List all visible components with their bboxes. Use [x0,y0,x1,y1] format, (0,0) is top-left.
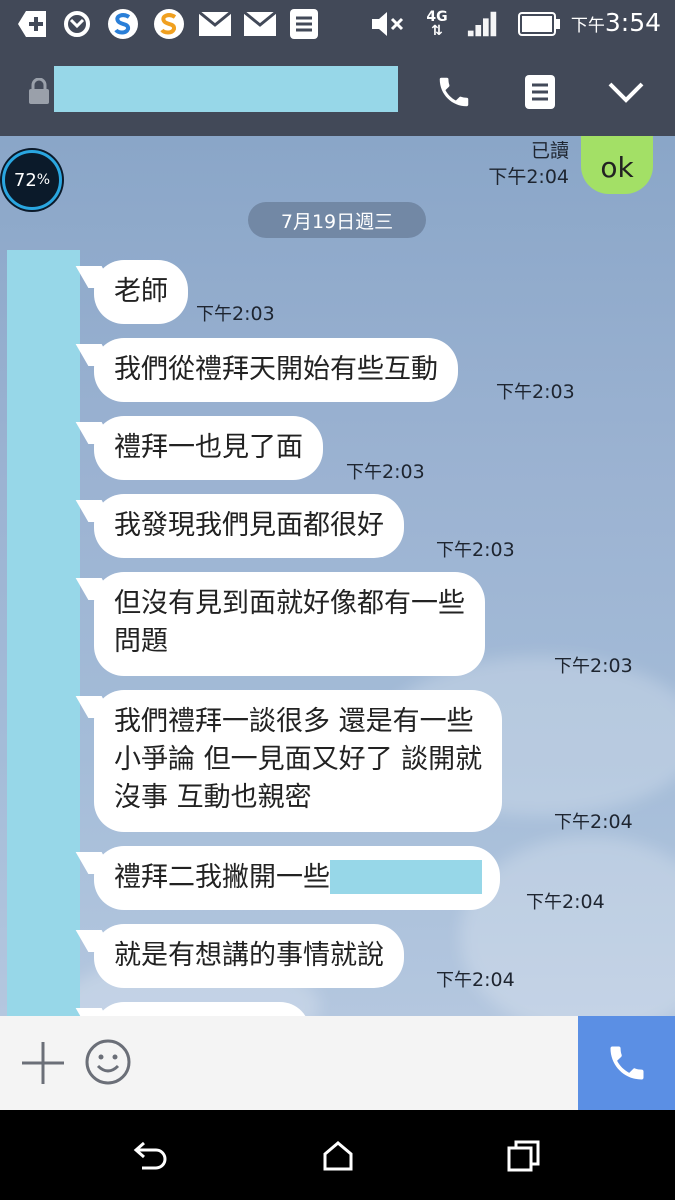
date-separator: 7月19日週三 [248,202,426,238]
date-label: 7月19日週三 [280,210,394,233]
network-type-label: 4G [426,9,448,25]
outgoing-message-bubble[interactable]: ok [581,136,653,194]
message-text: 禮拜一也見了面 [114,432,303,463]
app-s-blue-icon [106,8,140,40]
back-button[interactable] [130,1136,170,1176]
read-receipt: 已讀 [530,140,569,162]
message-time: 下午2:03 [346,461,425,483]
mail-icon-2 [243,8,277,40]
back-icon [133,1141,167,1170]
message-text: 我發現我們見面都很好 [114,510,384,541]
mail-icon [198,8,232,40]
message-text-line: 沒事 互動也親密 [114,782,312,813]
outgoing-time: 下午2:04 [488,166,569,188]
message-bubble[interactable]: 我們從禮拜天開始有些互動 [94,338,458,402]
message-bubble[interactable]: 禮拜一也見了面 [94,416,323,480]
message-time: 下午2:03 [554,655,633,677]
notes-icon [525,75,555,109]
message-text: 老師 [114,276,168,307]
message-text: 禮拜二我撇開一些 [114,862,330,893]
battery-icon [515,8,563,40]
phone-icon [610,1046,643,1080]
battery-unit: % [36,172,51,188]
message-time: 下午2:04 [526,891,605,913]
notes-icon [287,8,321,40]
menu-expand-button[interactable] [600,66,652,118]
plus-icon [22,1042,64,1084]
call-header-button[interactable] [428,66,480,118]
add-notification-icon [16,8,50,40]
message-time: 下午2:04 [554,811,633,833]
clock-prefix: 下午 [570,16,605,36]
clock-time: 3:54 [604,8,661,37]
battery-percent: 72 [13,169,37,191]
message-text-line: 我們禮拜一談很多 還是有一些 [114,706,474,737]
app-s-orange-icon [152,8,186,40]
lock-icon [28,77,50,104]
message-time: 下午2:03 [496,381,575,403]
message-text-line: 但沒有見到面就好像都有一些 [114,588,465,619]
mute-icon [370,8,404,40]
message-bubble[interactable]: 老師 [94,260,188,324]
message-bubble[interactable]: 我們禮拜一談很多 還是有一些 小爭論 但一見面又好了 談開就 沒事 互動也親密 [94,690,503,832]
emoji-button[interactable] [84,1038,132,1086]
chat-area[interactable]: 已讀 下午2:04 ok 72% 7月19日週三 老師 下午2:03 我們從禮拜… [0,136,675,1016]
message-text-line: 問題 [114,626,168,657]
phone-icon [439,77,469,107]
message-time: 下午2:04 [436,969,515,991]
voice-call-button[interactable] [578,1016,675,1110]
message-time: 下午2:03 [436,539,515,561]
message-bubble[interactable]: 禮拜二我撇開一些 [94,846,500,910]
sync-icon [60,8,94,40]
message-bubble[interactable]: 就是有想講的事情就說 [94,924,404,988]
message-text-redacted [330,859,482,894]
chat-header [0,48,675,136]
home-icon [323,1141,353,1171]
network-4g-icon: 4G ⇅ [426,9,448,39]
message-input-bar [0,1016,675,1110]
chevron-down-icon [608,82,644,103]
system-nav-bar [0,1110,675,1200]
outgoing-message-text: ok [600,150,634,184]
message-bubble-partial[interactable] [94,1002,310,1016]
message-bubble[interactable]: 但沒有見到面就好像都有一些 問題 [94,572,485,676]
message-time: 下午2:03 [196,303,275,325]
status-clock: 下午3:54 [571,8,661,37]
outgoing-meta: 已讀 下午2:04 [488,138,569,190]
recent-apps-button[interactable] [504,1136,544,1176]
home-button[interactable] [318,1136,358,1176]
message-bubble[interactable]: 我發現我們見面都很好 [94,494,404,558]
status-bar: 4G ⇅ 下午3:54 [0,0,675,48]
smiley-icon [85,1039,131,1085]
recents-icon [507,1140,540,1172]
signal-icon [466,8,500,40]
add-attachment-button[interactable] [20,1040,66,1086]
message-text: 我們從禮拜天開始有些互動 [114,354,438,385]
chat-title-redacted [54,66,398,112]
message-text: 就是有想講的事情就說 [114,940,384,971]
notes-header-button[interactable] [514,66,566,118]
sender-avatar-redacted[interactable] [7,250,80,1016]
battery-overlay-badge[interactable]: 72% [2,150,62,210]
message-text-line: 小爭論 但一見面又好了 談開就 [114,744,483,775]
